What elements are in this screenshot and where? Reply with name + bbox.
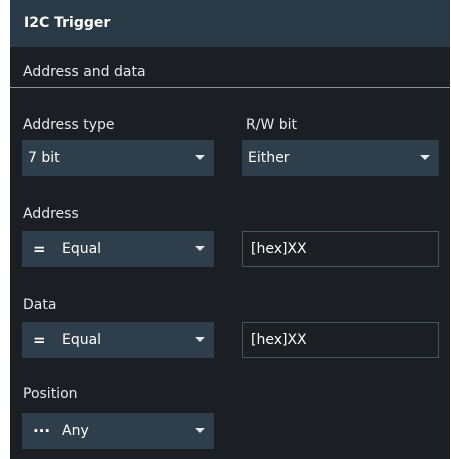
i2c-trigger-panel: I2C Trigger Address and data Address typ… <box>10 0 450 459</box>
data-condition-dropdown[interactable]: = Equal <box>22 322 214 358</box>
rw-bit-label: R/W bit <box>246 117 298 133</box>
equals-icon: = <box>33 240 46 258</box>
data-label: Data <box>23 297 57 313</box>
rw-bit-dropdown[interactable]: Either <box>242 140 439 176</box>
address-type-dropdown[interactable]: 7 bit <box>22 140 214 176</box>
ellipsis-icon: ··· <box>33 422 51 440</box>
chevron-down-icon <box>420 155 430 160</box>
panel-header: I2C Trigger <box>10 0 450 47</box>
section-title-address-and-data: Address and data <box>23 64 146 80</box>
position-label: Position <box>23 386 78 402</box>
chevron-down-icon <box>195 246 205 251</box>
position-dropdown[interactable]: ··· Any <box>22 413 214 449</box>
chevron-down-icon <box>195 155 205 160</box>
rw-bit-value: Either <box>248 150 290 166</box>
chevron-down-icon <box>195 428 205 433</box>
address-type-label: Address type <box>23 117 115 133</box>
address-value-field[interactable] <box>242 231 439 267</box>
position-value: Any <box>62 423 89 439</box>
address-condition-dropdown[interactable]: = Equal <box>22 231 214 267</box>
chevron-down-icon <box>195 337 205 342</box>
panel-title: I2C Trigger <box>24 15 111 31</box>
data-value-field[interactable] <box>242 322 439 358</box>
address-label: Address <box>23 206 79 222</box>
address-type-value: 7 bit <box>28 150 60 166</box>
section-divider <box>10 87 450 88</box>
address-condition-value: Equal <box>62 241 102 257</box>
data-condition-value: Equal <box>62 332 102 348</box>
equals-icon: = <box>33 331 46 349</box>
